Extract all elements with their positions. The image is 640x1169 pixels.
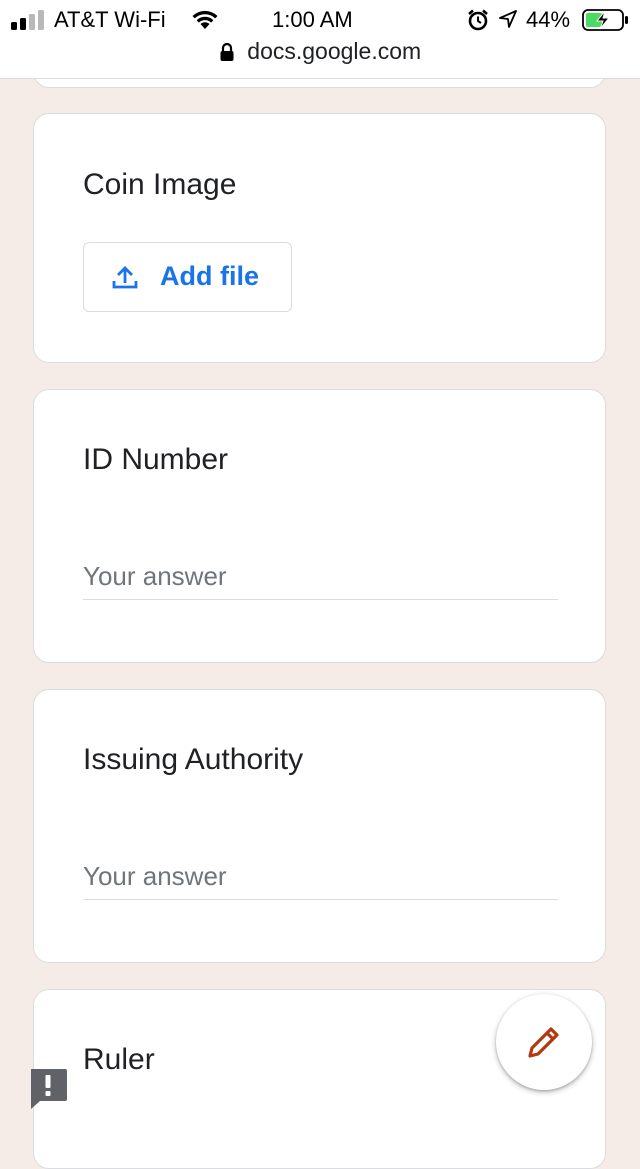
question-card-id-number: ID Number Your answer [33, 389, 606, 663]
question-title: ID Number [83, 443, 229, 476]
input-placeholder: Your answer [83, 561, 227, 591]
issuing-authority-input[interactable]: Your answer [83, 849, 558, 900]
status-bar: AT&T Wi-Fi 1:00 AM 44% [0, 0, 640, 40]
edit-fab-button[interactable] [496, 994, 592, 1090]
add-file-label: Add file [160, 261, 259, 291]
carrier-name: AT&T Wi-Fi [54, 7, 166, 32]
question-title: Coin Image [83, 168, 237, 201]
add-file-button[interactable]: Add file [83, 242, 292, 312]
input-placeholder: Your answer [83, 861, 227, 891]
clock: 1:00 AM [272, 7, 353, 32]
report-issue-icon[interactable] [28, 1068, 68, 1110]
question-title: Issuing Authority [83, 743, 304, 776]
wifi-icon [192, 10, 218, 29]
alarm-clock-icon [468, 9, 488, 31]
browser-top-bar: AT&T Wi-Fi 1:00 AM 44% docs.google.com [0, 0, 640, 79]
pencil-icon [528, 1027, 559, 1058]
url-text: docs.google.com [247, 38, 422, 64]
question-card-coin-image: Coin Image Add file [33, 113, 606, 363]
question-title: Ruler [83, 1043, 155, 1076]
lock-icon [220, 42, 234, 61]
upload-icon [112, 266, 138, 289]
id-number-input[interactable]: Your answer [83, 549, 558, 600]
battery-percentage: 44% [526, 7, 571, 32]
location-arrow-icon [499, 10, 517, 28]
battery-charging-icon [582, 9, 628, 31]
question-card-issuing-authority: Issuing Authority Your answer [33, 689, 606, 963]
address-bar[interactable]: docs.google.com [0, 38, 640, 72]
signal-bars-icon [11, 10, 44, 30]
